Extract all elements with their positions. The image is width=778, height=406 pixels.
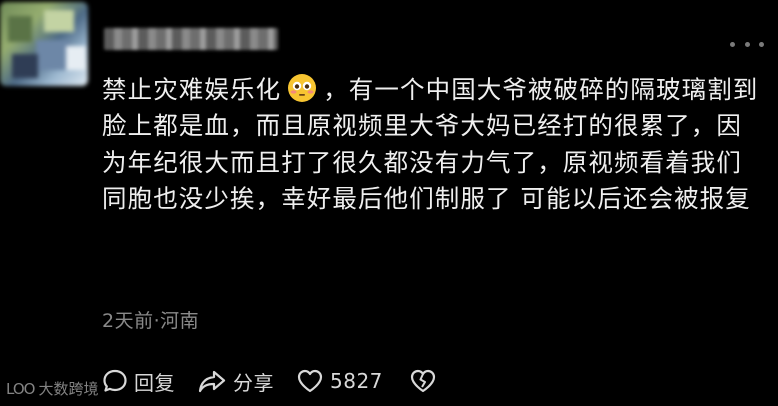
heart-icon: [297, 369, 323, 393]
watermark: LOO 大数跨境: [6, 378, 98, 399]
more-button[interactable]: [730, 36, 764, 52]
avatar[interactable]: [0, 2, 88, 86]
username-blurred[interactable]: [104, 28, 278, 50]
broken-heart-icon: [410, 369, 436, 393]
share-label: 分享: [233, 370, 274, 395]
watermark-logo: LOO: [6, 379, 35, 398]
action-bar: 回复 分享 5827: [102, 365, 437, 397]
reply-button[interactable]: 回复: [102, 367, 175, 396]
reply-label: 回复: [134, 370, 175, 395]
dislike-button[interactable]: [409, 368, 437, 394]
comment-text: 禁止灾难娱乐化 ，有一个中国大爷被破碎的隔玻璃割到脸上都是血，而且原视频里大爷大妈…: [102, 72, 762, 218]
speech-bubble-icon: [103, 369, 127, 392]
comment-time: 2天前: [102, 310, 154, 332]
comment-text-before-emoji: 禁止灾难娱乐化: [102, 75, 282, 104]
like-count: 5827: [330, 369, 383, 393]
comment-meta: 2天前·河南: [102, 306, 199, 333]
share-arrow-icon: [198, 370, 226, 393]
comment-location: 河南: [160, 310, 200, 332]
flushed-face-emoji: [288, 74, 317, 102]
like-button[interactable]: 5827: [296, 368, 383, 394]
share-button[interactable]: 分享: [197, 367, 274, 396]
comment-card: 禁止灾难娱乐化 ，有一个中国大爷被破碎的隔玻璃割到脸上都是血，而且原视频里大爷大妈…: [0, 0, 778, 406]
more-dots-icon: [730, 41, 735, 47]
watermark-text: 大数跨境: [38, 380, 99, 398]
